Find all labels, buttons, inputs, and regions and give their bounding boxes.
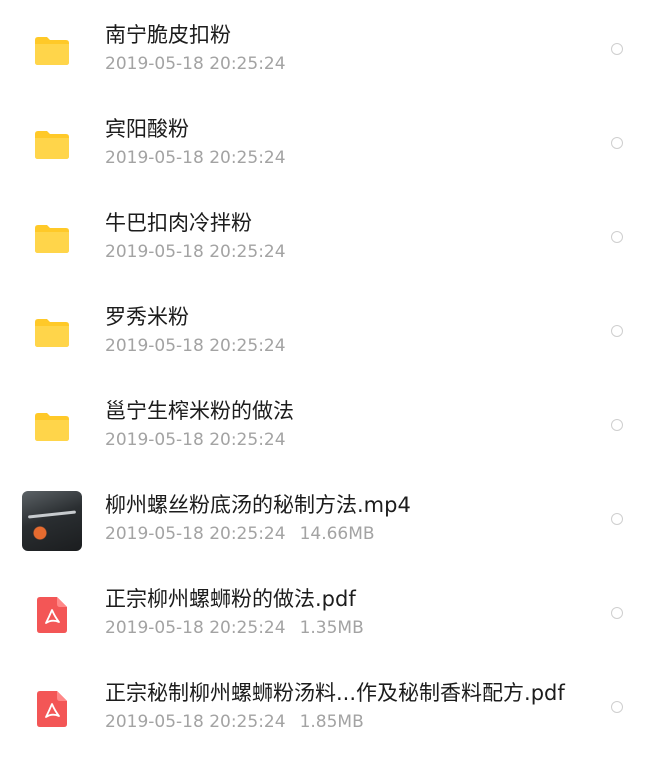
file-row[interactable]: 正宗秘制柳州螺蛳粉汤料...作及秘制香料配方.pdf 2019-05-18 20… — [0, 679, 650, 773]
select-radio[interactable] — [611, 419, 623, 431]
file-date: 2019-05-18 20:25:24 — [105, 430, 286, 450]
file-date: 2019-05-18 20:25:24 — [105, 524, 286, 544]
folder-icon — [22, 303, 82, 363]
file-meta: 2019-05-18 20:25:24 — [105, 429, 286, 451]
file-meta: 2019-05-18 20:25:24 1.85MB — [105, 711, 364, 733]
file-name: 牛巴扣肉冷拌粉 — [105, 211, 252, 235]
file-size: 1.35MB — [299, 618, 364, 638]
file-row[interactable]: 牛巴扣肉冷拌粉 2019-05-18 20:25:24 — [0, 209, 650, 303]
file-name: 罗秀米粉 — [105, 305, 189, 329]
folder-icon — [22, 397, 82, 457]
file-row[interactable]: 宾阳酸粉 2019-05-18 20:25:24 — [0, 115, 650, 209]
pdf-icon — [22, 585, 82, 645]
file-date: 2019-05-18 20:25:24 — [105, 242, 286, 262]
file-date: 2019-05-18 20:25:24 — [105, 618, 286, 638]
folder-icon — [22, 115, 82, 175]
file-meta: 2019-05-18 20:25:24 — [105, 241, 286, 263]
file-row[interactable]: 南宁脆皮扣粉 2019-05-18 20:25:24 — [0, 21, 650, 115]
select-radio[interactable] — [611, 137, 623, 149]
pdf-icon — [22, 679, 82, 739]
select-radio[interactable] — [611, 43, 623, 55]
file-size: 1.85MB — [299, 712, 364, 732]
file-row[interactable]: 罗秀米粉 2019-05-18 20:25:24 — [0, 303, 650, 397]
file-size: 14.66MB — [299, 524, 375, 544]
select-radio[interactable] — [611, 607, 623, 619]
select-radio[interactable] — [611, 513, 623, 525]
select-radio[interactable] — [611, 701, 623, 713]
video-thumbnail — [22, 491, 82, 551]
file-row[interactable]: 柳州螺丝粉底汤的秘制方法.mp4 2019-05-18 20:25:24 14.6… — [0, 491, 650, 585]
file-date: 2019-05-18 20:25:24 — [105, 336, 286, 356]
file-meta: 2019-05-18 20:25:24 — [105, 335, 286, 357]
file-name: 邕宁生榨米粉的做法 — [105, 399, 294, 423]
select-radio[interactable] — [611, 231, 623, 243]
folder-icon — [22, 209, 82, 269]
file-name: 南宁脆皮扣粉 — [105, 23, 231, 47]
file-date: 2019-05-18 20:25:24 — [105, 712, 286, 732]
file-name: 正宗柳州螺蛳粉的做法.pdf — [105, 587, 356, 611]
file-name: 柳州螺丝粉底汤的秘制方法.mp4 — [105, 493, 411, 517]
file-meta: 2019-05-18 20:25:24 14.66MB — [105, 523, 375, 545]
file-list: 南宁脆皮扣粉 2019-05-18 20:25:24 宾阳酸粉 2019-05-… — [0, 0, 650, 749]
file-meta: 2019-05-18 20:25:24 — [105, 53, 286, 75]
file-date: 2019-05-18 20:25:24 — [105, 148, 286, 168]
file-name: 宾阳酸粉 — [105, 117, 189, 141]
file-row[interactable]: 正宗柳州螺蛳粉的做法.pdf 2019-05-18 20:25:24 1.35MB — [0, 585, 650, 679]
file-meta: 2019-05-18 20:25:24 — [105, 147, 286, 169]
file-row[interactable]: 邕宁生榨米粉的做法 2019-05-18 20:25:24 — [0, 397, 650, 491]
select-radio[interactable] — [611, 325, 623, 337]
file-date: 2019-05-18 20:25:24 — [105, 54, 286, 74]
file-name: 正宗秘制柳州螺蛳粉汤料...作及秘制香料配方.pdf — [105, 681, 565, 705]
folder-icon — [22, 21, 82, 81]
file-meta: 2019-05-18 20:25:24 1.35MB — [105, 617, 364, 639]
